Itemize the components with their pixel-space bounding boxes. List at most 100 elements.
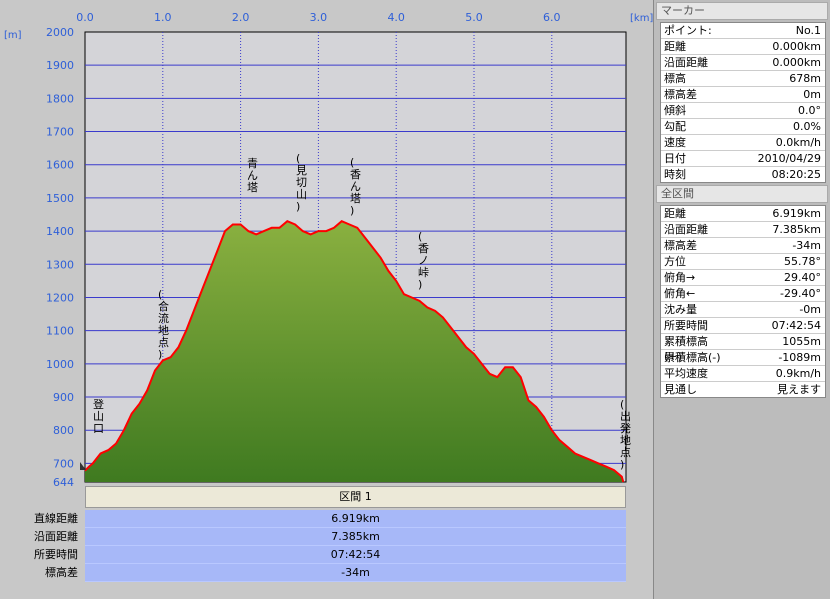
marker-value: 678m [789,72,821,85]
y-tick-label: 2000 [46,26,74,39]
marker-key: ポイント: [664,24,712,37]
y-tick-label: 1900 [46,59,74,72]
waypoint-label-char: 登 [93,397,104,411]
waypoint-label-char: 塔 [247,181,258,194]
total-row: 平均速度 0.9km/h [661,366,825,382]
y-tick-label: 1700 [46,126,74,139]
marker-key: 標高 [664,72,686,85]
marker-key: 時刻 [664,168,686,181]
marker-row: 沿面距離 0.000km [661,55,825,71]
total-row: 方位 55.78° [661,254,825,270]
y-unit-label: [m] [4,30,22,41]
y-tick-label: 1500 [46,192,74,205]
stat-value-straight-distance: 6.919km [85,510,626,528]
section-stat-labels: 直線距離 沿面距離 所要時間 標高差 [0,510,84,582]
total-table: 距離 6.919km 沿面距離 7.385km 標高差 -34m 方位 55.78° 俯角→ 29… [660,205,826,398]
marker-value: 0.0° [798,104,821,117]
chart-area: 0.0 1.0 2.0 3.0 4.0 5.0 6.0 2000 1900 1800 1700 16… [0,0,653,599]
y-tick-label: 1600 [46,159,74,172]
x-tick-labels: 0.0 1.0 2.0 3.0 4.0 5.0 6.0 [76,11,560,24]
waypoint-label-char: 出 [620,409,631,423]
marker-key: 傾斜 [664,104,686,117]
marker-row: 距離 0.000km [661,39,825,55]
x-tick-label: 0.0 [76,11,94,24]
marker-key: 沿面距離 [664,56,708,69]
total-key: 方位 [664,255,686,268]
y-tick-label: 900 [53,391,74,404]
y-tick-label: 1800 [46,92,74,105]
info-panel: マーカー ポイント: No.1 距離 0.000km 沿面距離 0.000km 標高 678m… [653,0,830,599]
marker-key: 距離 [664,40,686,53]
stat-label-elevation-diff: 標高差 [45,566,78,579]
stat-label-surface-distance: 沿面距離 [34,530,78,543]
x-tick-label: 2.0 [232,11,250,24]
y-tick-label: 1200 [46,291,74,304]
total-row: 見通し 見えます [661,382,825,397]
total-row: 俯角→ 29.40° [661,270,825,286]
y-tick-label: 700 [53,457,74,470]
marker-table: ポイント: No.1 距離 0.000km 沿面距離 0.000km 標高 678m 標高差 0m… [660,22,826,183]
total-value: 55.78° [784,255,821,268]
total-row: 累積標高(+) 1055m [661,334,825,363]
waypoint-label: 登山口 [93,397,104,435]
waypoint-label-char: 発 [620,421,631,435]
y-tick-labels: 2000 1900 1800 1700 1600 1500 1400 1300 1200 1100… [46,26,74,489]
total-value: 6.919km [772,207,821,220]
total-panel-title[interactable]: 全区間 [656,185,828,203]
section-header[interactable]: 区間 1 [85,486,626,508]
total-value: -29.40° [780,287,821,300]
marker-key: 標高差 [664,88,697,101]
x-tick-label: 1.0 [154,11,172,24]
marker-value: 2010/04/29 [757,152,821,165]
marker-value: 0.000km [772,40,821,53]
waypoint-label-char: ) [296,200,300,213]
total-row: 沿面距離 7.385km [661,222,825,238]
total-value: 29.40° [784,271,821,284]
total-key: 距離 [664,207,686,220]
total-key: 所要時間 [664,319,708,332]
marker-value: 0.000km [772,56,821,69]
total-value: -0m [799,303,821,316]
y-tick-label: 800 [53,424,74,437]
marker-row: 標高差 0m [661,87,825,103]
stat-value-elevation-diff: -34m [85,564,626,582]
total-row: 累積標高(-) -1089m [661,350,825,366]
marker-row: 傾斜 0.0° [661,103,825,119]
stat-label-duration: 所要時間 [34,548,78,561]
total-key: 累積標高(+) [664,335,708,363]
y-tick-label: 1300 [46,258,74,271]
total-row: 距離 6.919km [661,206,825,222]
waypoint-label-char: ) [158,348,162,361]
total-value: 1055m [782,335,821,348]
waypoint-label-char: 合 [158,299,169,313]
waypoint-label: 青ん塔 [247,157,258,194]
marker-row: 速度 0.0km/h [661,135,825,151]
waypoint-label-char: 峠 [418,265,429,279]
marker-key: 日付 [664,152,686,165]
stat-value-duration: 07:42:54 [85,546,626,564]
marker-panel-title[interactable]: マーカー [656,2,828,20]
waypoint-label-char: ) [350,204,354,217]
waypoint-label-char: 流 [158,311,169,325]
x-tick-label: 4.0 [387,11,405,24]
marker-row: ポイント: No.1 [661,23,825,39]
y-tick-label: 644 [53,476,74,489]
waypoint-label-char: ) [418,278,422,291]
marker-row: 勾配 0.0% [661,119,825,135]
total-value: 0.9km/h [775,367,821,380]
total-row: 俯角← -29.40° [661,286,825,302]
stat-label-straight-distance: 直線距離 [34,512,78,525]
total-key: 俯角→ [664,271,696,284]
x-tick-label: 6.0 [543,11,561,24]
y-tick-label: 1100 [46,325,74,338]
marker-value: 0.0km/h [775,136,821,149]
total-row: 標高差 -34m [661,238,825,254]
total-value: 7.385km [772,223,821,236]
total-row: 所要時間 07:42:54 [661,318,825,334]
x-unit-label: [km] [630,13,653,24]
marker-row: 標高 678m [661,71,825,87]
total-key: 累積標高(-) [664,351,721,364]
total-key: 沿面距離 [664,223,708,236]
marker-row: 日付 2010/04/29 [661,151,825,167]
total-row: 沈み量 -0m [661,302,825,318]
